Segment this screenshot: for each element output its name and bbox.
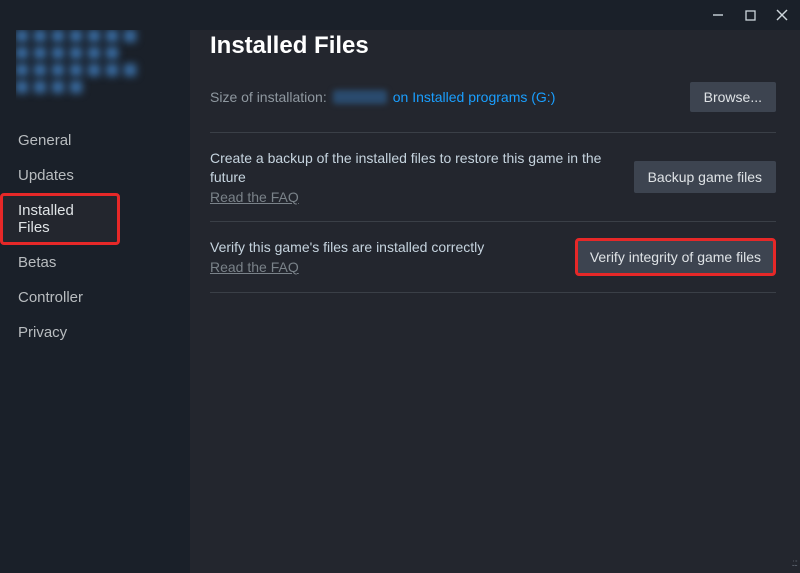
backup-faq-link[interactable]: Read the FAQ: [210, 189, 299, 205]
sidebar: General Updates Installed Files Betas Co…: [0, 30, 190, 573]
game-logo: [16, 30, 166, 105]
browse-button[interactable]: Browse...: [690, 82, 776, 112]
sidebar-item-installed-files[interactable]: Installed Files: [0, 193, 120, 245]
verify-row: Verify this game's files are installed c…: [210, 238, 776, 276]
page-title: Installed Files: [210, 32, 776, 60]
install-drive-link[interactable]: on Installed programs (G:): [393, 89, 556, 105]
divider: [210, 292, 776, 293]
window-controls: [0, 0, 800, 30]
sidebar-item-general[interactable]: General: [0, 123, 190, 158]
verify-desc: Verify this game's files are installed c…: [210, 238, 559, 257]
close-button[interactable]: [774, 7, 790, 23]
verify-faq-link[interactable]: Read the FAQ: [210, 259, 299, 275]
minimize-button[interactable]: [710, 7, 726, 23]
backup-button[interactable]: Backup game files: [634, 161, 776, 193]
sidebar-item-betas[interactable]: Betas: [0, 245, 190, 280]
divider: [210, 132, 776, 133]
backup-desc: Create a backup of the installed files t…: [210, 149, 618, 187]
install-size-label: Size of installation:: [210, 89, 327, 105]
divider: [210, 221, 776, 222]
sidebar-item-privacy[interactable]: Privacy: [0, 315, 190, 350]
install-size-row: Size of installation: on Installed progr…: [210, 82, 776, 112]
install-size-value: [333, 90, 387, 104]
main-panel: Installed Files Size of installation: on…: [190, 30, 800, 573]
resize-grip-icon: .: .::: [791, 558, 796, 569]
sidebar-item-updates[interactable]: Updates: [0, 158, 190, 193]
maximize-button[interactable]: [742, 7, 758, 23]
sidebar-item-controller[interactable]: Controller: [0, 280, 190, 315]
backup-row: Create a backup of the installed files t…: [210, 149, 776, 205]
verify-integrity-button[interactable]: Verify integrity of game files: [575, 238, 776, 276]
